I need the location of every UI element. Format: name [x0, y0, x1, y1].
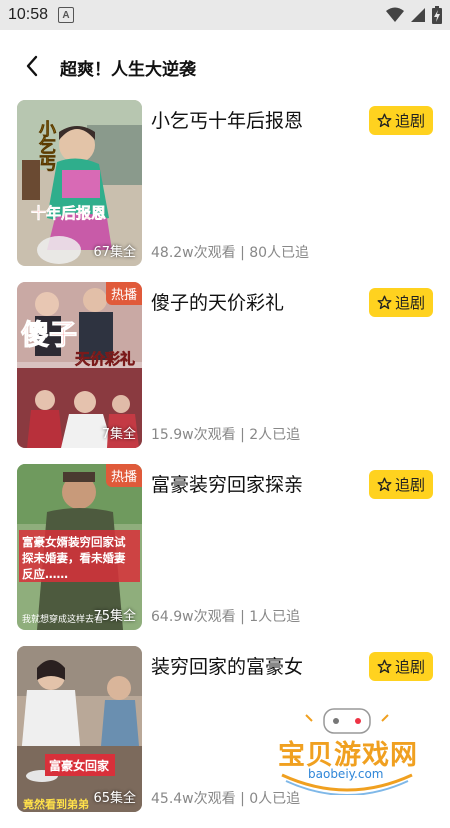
drama-title[interactable]: 富豪装穷回家探亲: [151, 470, 303, 497]
back-button[interactable]: [18, 52, 46, 80]
status-time: 10:58: [8, 6, 49, 23]
top-bar: 超爽！人生大逆袭: [0, 30, 450, 102]
drama-thumbnail[interactable]: 富豪女婿装穷回家试 探未婚妻，看未婚妻 反应…… 我就想穿成这样去看 热播 75…: [17, 464, 142, 630]
battery-icon: [432, 6, 442, 24]
follow-label: 追剧: [394, 476, 425, 494]
episode-count: 7集全: [101, 427, 136, 442]
drama-title[interactable]: 小乞丐十年后报恩: [151, 106, 303, 133]
follow-label: 追剧: [394, 112, 425, 130]
hot-badge: 热播: [105, 464, 142, 487]
drama-item[interactable]: 富豪女婿装穷回家试 探未婚妻，看未婚妻 反应…… 我就想穿成这样去看 热播 75…: [0, 464, 450, 646]
drama-thumbnail[interactable]: 小乞丐 十年后报恩 67集全: [17, 100, 142, 266]
star-icon: [377, 477, 392, 492]
drama-item[interactable]: 傻子 天价彩礼 热播 7集全 傻子的天价彩礼 15.9w次观看 | 2人已追 追…: [0, 282, 450, 464]
notification-a-icon: A: [58, 7, 75, 23]
follow-button[interactable]: 追剧: [369, 288, 433, 317]
drama-stats: 48.2w次观看 | 80人已追: [151, 245, 310, 261]
wifi-icon: [386, 7, 404, 22]
drama-item[interactable]: 小乞丐 十年后报恩 67集全 小乞丐十年后报恩 48.2w次观看 | 80人已追…: [0, 100, 450, 282]
thumb-overlay-text: 小乞丐: [35, 120, 56, 172]
star-icon: [377, 295, 392, 310]
episode-count: 75集全: [93, 609, 136, 624]
drama-title[interactable]: 装穷回家的富豪女: [151, 652, 303, 679]
status-icons: [386, 6, 442, 24]
thumb-overlay-text: 富豪女婿装穷回家试: [22, 535, 126, 549]
status-bar: 10:58 A: [0, 0, 450, 30]
follow-button[interactable]: 追剧: [369, 106, 433, 135]
follow-button[interactable]: 追剧: [369, 470, 433, 499]
watermark-url: baobeiy.com: [308, 767, 384, 781]
episode-count: 67集全: [93, 245, 136, 260]
watermark-logo: 宝贝游戏网 baobeiy.com: [272, 705, 422, 795]
star-icon: [377, 113, 392, 128]
page-title: 超爽！人生大逆袭: [60, 60, 196, 80]
signal-icon: [411, 8, 425, 22]
thumb-overlay-text: 十年后报恩: [31, 204, 106, 222]
thumb-overlay-text: 竟然看到弟弟: [22, 797, 89, 811]
episode-count: 65集全: [93, 791, 136, 806]
thumb-overlay-text: 反应……: [22, 567, 68, 581]
thumb-overlay-text: 富豪女回家: [49, 758, 110, 773]
follow-button[interactable]: 追剧: [369, 652, 433, 681]
thumb-overlay-text: 天价彩礼: [75, 350, 135, 368]
chevron-left-icon: [26, 55, 38, 77]
follow-label: 追剧: [394, 658, 425, 676]
follow-label: 追剧: [394, 294, 425, 312]
thumb-overlay-text: 我就想穿成这样去看: [22, 613, 103, 625]
thumb-overlay-text: 探未婚妻，看未婚妻: [22, 551, 126, 565]
drama-title[interactable]: 傻子的天价彩礼: [151, 288, 284, 315]
drama-thumbnail[interactable]: 傻子 天价彩礼 热播 7集全: [17, 282, 142, 448]
thumb-overlay-text: 傻子: [21, 318, 77, 351]
hot-badge: 热播: [105, 282, 142, 305]
drama-stats: 15.9w次观看 | 2人已追: [151, 427, 301, 443]
drama-stats: 64.9w次观看 | 1人已追: [151, 609, 301, 625]
star-icon: [377, 659, 392, 674]
drama-thumbnail[interactable]: 富豪女回家 竟然看到弟弟 65集全: [17, 646, 142, 812]
